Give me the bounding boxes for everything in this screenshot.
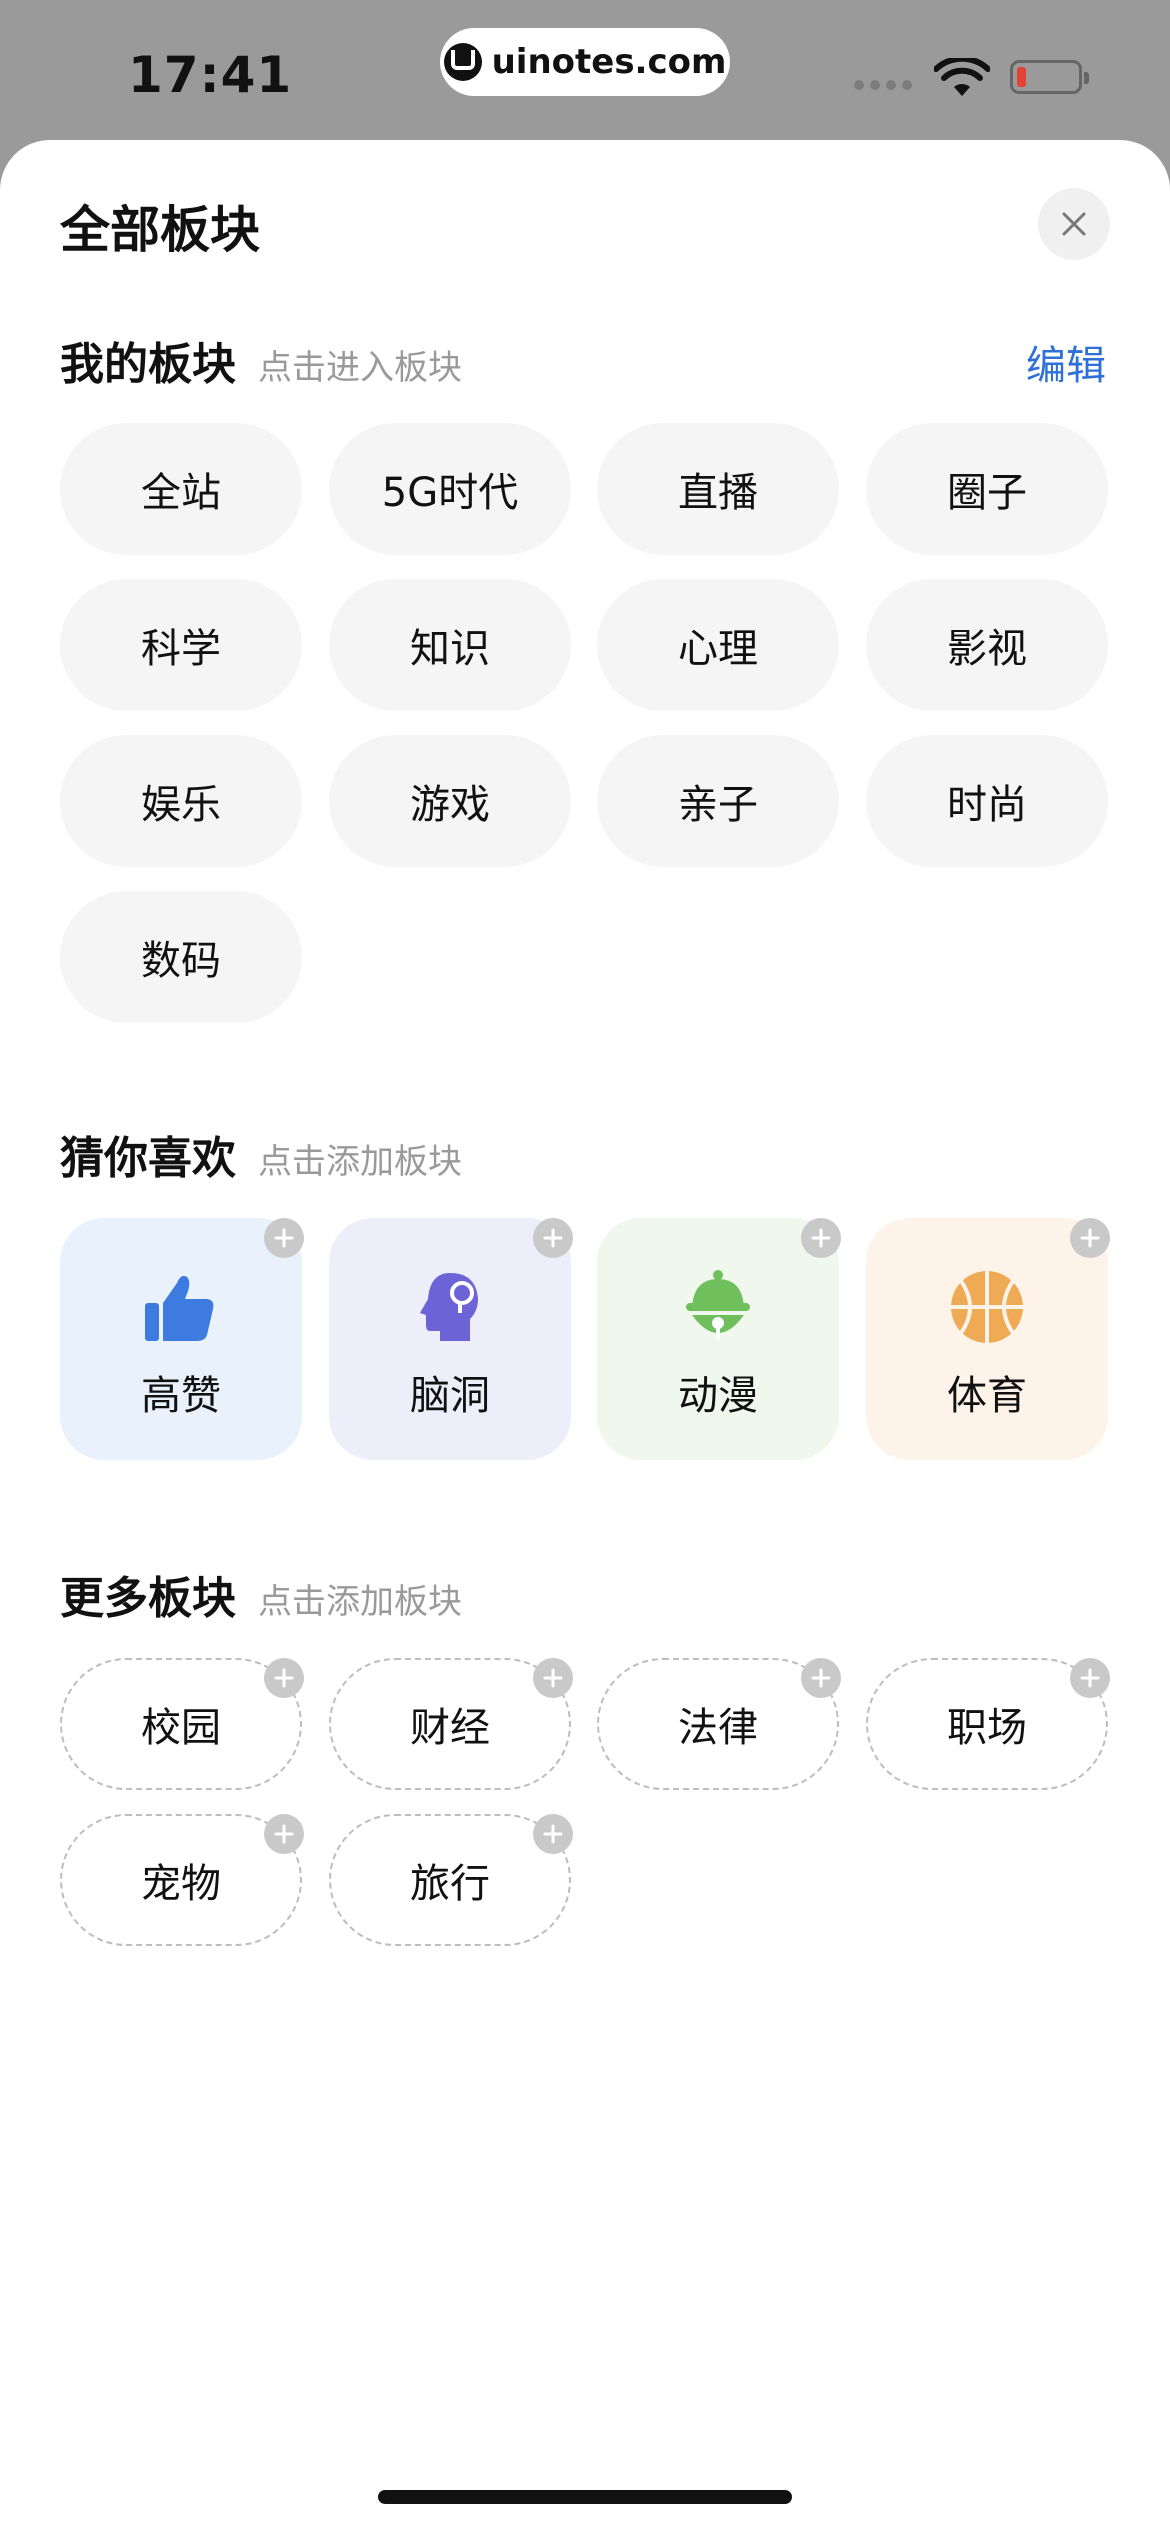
recommended-card[interactable]: 高赞 [60,1218,302,1460]
add-section-button[interactable] [264,1814,304,1854]
my-section-chip[interactable]: 圈子 [866,423,1108,555]
plus-icon [274,1668,294,1688]
my-section-chip[interactable]: 亲子 [597,735,839,867]
plus-icon [543,1824,563,1844]
edit-button[interactable]: 编辑 [1026,333,1106,391]
sections-sheet: 全部板块 我的板块 点击进入板块 编辑 全站 5G时代 直播 圈子 科学 知识 … [0,140,1170,2532]
plus-icon [543,1228,563,1248]
more-sections-hint: 点击添加板块 [258,1582,462,1622]
cellular-signal-icon [854,80,912,90]
recommended-header: 猜你喜欢 点击添加板块 [60,1122,462,1186]
more-sections-header: 更多板块 点击添加板块 [60,1562,462,1626]
uinotes-logo-icon [443,43,482,81]
more-sections-title: 更多板块 [60,1573,236,1624]
bell-icon [686,1270,750,1339]
add-recommended-button[interactable] [533,1218,573,1258]
my-section-chip[interactable]: 科学 [60,579,302,711]
my-section-chip[interactable]: 时尚 [866,735,1108,867]
card-label: 高赞 [141,1373,221,1419]
url-text: uinotes.com [491,42,727,82]
close-button[interactable] [1038,188,1110,260]
card-label: 体育 [947,1373,1027,1419]
my-section-chip[interactable]: 5G时代 [329,423,571,555]
add-section-button[interactable] [1070,1658,1110,1698]
my-section-chip[interactable]: 全站 [60,423,302,555]
my-section-chip[interactable]: 数码 [60,891,302,1023]
plus-icon [1080,1668,1100,1688]
recommended-title: 猜你喜欢 [60,1133,236,1184]
plus-icon [274,1228,294,1248]
brain-head-icon [420,1273,478,1341]
my-section-chip[interactable]: 娱乐 [60,735,302,867]
thumbs-up-icon [145,1275,214,1341]
add-recommended-button[interactable] [264,1218,304,1258]
recommended-card[interactable]: 体育 [866,1218,1108,1460]
add-section-button[interactable] [533,1658,573,1698]
url-pill[interactable]: uinotes.com [440,28,730,96]
plus-icon [811,1668,831,1688]
plus-icon [811,1228,831,1248]
my-section-chip[interactable]: 知识 [329,579,571,711]
plus-icon [274,1824,294,1844]
card-label: 动漫 [678,1373,758,1419]
status-time: 17:41 [128,46,293,104]
my-sections-header: 我的板块 点击进入板块 [60,328,462,392]
recommended-hint: 点击添加板块 [258,1142,462,1182]
card-label: 脑洞 [410,1373,490,1419]
sheet-title: 全部板块 [60,201,260,259]
basketball-icon [951,1271,1023,1343]
add-section-button[interactable] [264,1658,304,1698]
add-section-button[interactable] [801,1658,841,1698]
my-section-chip[interactable]: 心理 [597,579,839,711]
home-indicator[interactable] [378,2490,792,2504]
my-section-chip[interactable]: 直播 [597,423,839,555]
add-recommended-button[interactable] [801,1218,841,1258]
recommended-card[interactable]: 动漫 [597,1218,839,1460]
status-bar: 17:41 uinotes.com [0,0,1170,140]
my-sections-hint: 点击进入板块 [258,348,462,388]
recommended-card[interactable]: 脑洞 [329,1218,571,1460]
my-section-chip[interactable]: 游戏 [329,735,571,867]
my-section-chip[interactable]: 影视 [866,579,1108,711]
battery-icon [1010,60,1089,94]
my-sections-title: 我的板块 [60,339,236,390]
add-recommended-button[interactable] [1070,1218,1110,1258]
battery-level [1017,67,1026,87]
wifi-icon [934,58,990,96]
plus-icon [543,1668,563,1688]
close-icon [1062,212,1086,236]
plus-icon [1080,1228,1100,1248]
add-section-button[interactable] [533,1814,573,1854]
